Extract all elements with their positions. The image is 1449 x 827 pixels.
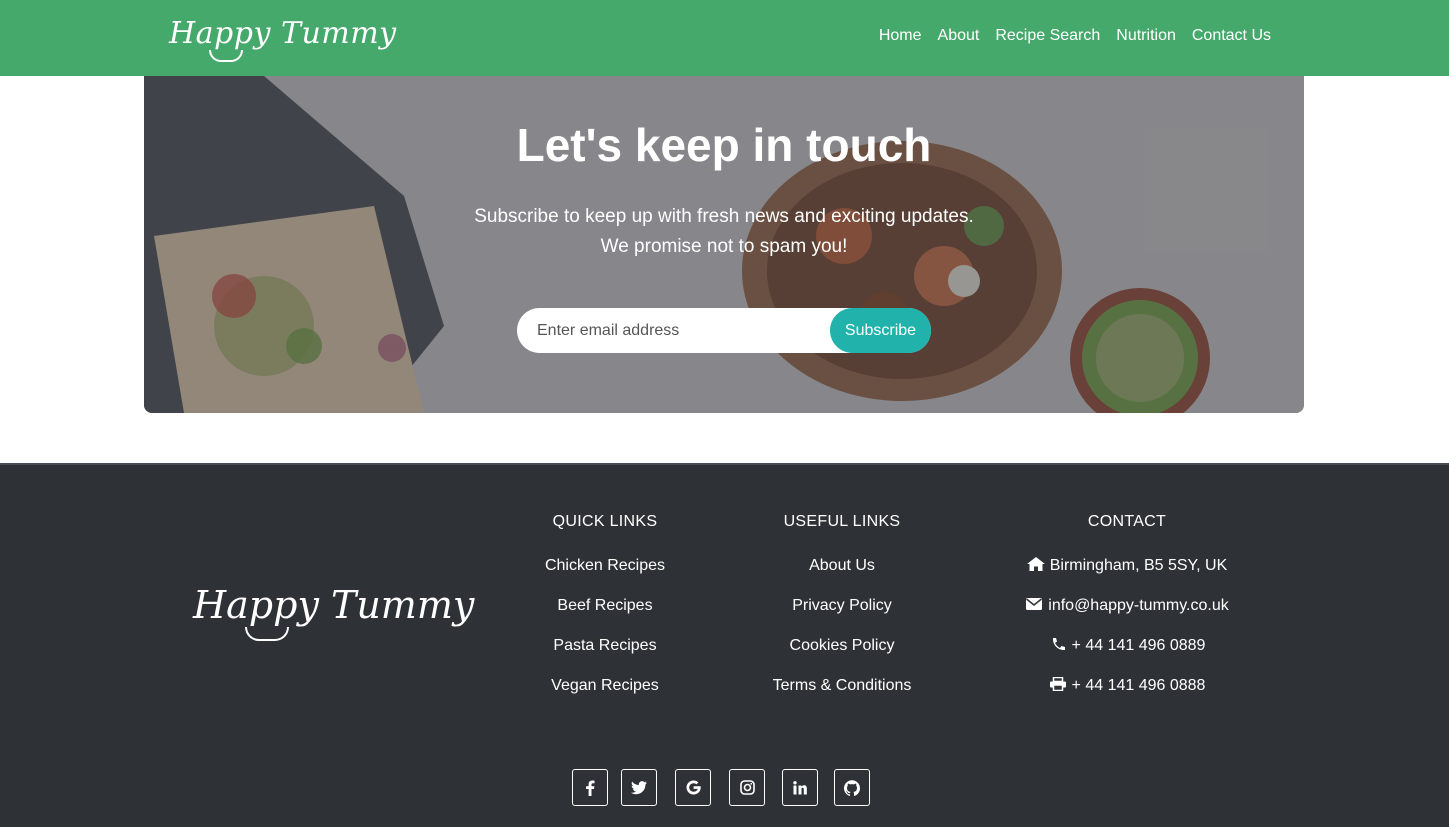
- github-icon[interactable]: [834, 769, 870, 806]
- nav-item-recipe-search[interactable]: Recipe Search: [995, 27, 1100, 45]
- footer-brand-name: Happy Tummy: [193, 583, 475, 627]
- brand-logo[interactable]: Happy Tummy: [169, 16, 397, 62]
- nav-item-nutrition[interactable]: Nutrition: [1116, 27, 1176, 45]
- quick-links-heading: QUICK LINKS: [552, 513, 658, 530]
- contact-address: Birmingham, B5 5SY, UK: [1002, 557, 1252, 597]
- brand-name: Happy Tummy: [169, 16, 397, 51]
- useful-link-cookies-policy[interactable]: Cookies Policy: [790, 637, 895, 654]
- hero-subtitle-line-2: We promise not to spam you!: [600, 236, 848, 257]
- logo-smile-icon: [209, 50, 243, 62]
- contact-heading: CONTACT: [1087, 513, 1167, 530]
- quick-link-pasta-recipes[interactable]: Pasta Recipes: [553, 637, 656, 654]
- subscribe-form: Subscribe: [517, 308, 931, 353]
- useful-link-terms-conditions[interactable]: Terms & Conditions: [773, 677, 912, 694]
- envelope-icon: [1026, 598, 1043, 610]
- linkedin-icon[interactable]: [782, 769, 818, 806]
- email-input[interactable]: [517, 308, 837, 353]
- quick-link-vegan-recipes[interactable]: Vegan Recipes: [551, 677, 659, 694]
- subscribe-button[interactable]: Subscribe: [830, 308, 931, 353]
- home-icon: [1026, 557, 1045, 571]
- instagram-icon[interactable]: [729, 769, 765, 806]
- facebook-icon[interactable]: [572, 769, 608, 806]
- useful-link-privacy-policy[interactable]: Privacy Policy: [792, 597, 892, 614]
- contact-email: info@happy-tummy.co.uk: [1002, 597, 1252, 637]
- nav-item-about[interactable]: About: [938, 27, 980, 45]
- hero-subtitle: Subscribe to keep up with fresh news and…: [144, 202, 1304, 262]
- contact-phone-text: + 44 141 496 0889: [1071, 637, 1206, 654]
- footer: Happy Tummy QUICK LINKS Chicken Recipes …: [0, 463, 1449, 827]
- nav-menu: Home About Recipe Search Nutrition Conta…: [879, 27, 1271, 45]
- nav-item-home[interactable]: Home: [879, 27, 922, 45]
- contact-fax-text: + 44 141 496 0888: [1071, 677, 1206, 694]
- newsletter-hero: Let's keep in touch Subscribe to keep up…: [144, 76, 1304, 413]
- navbar: Happy Tummy Home About Recipe Search Nut…: [0, 0, 1449, 76]
- google-icon[interactable]: [675, 769, 711, 806]
- contact-phone: + 44 141 496 0889: [1002, 637, 1252, 677]
- footer-brand-logo[interactable]: Happy Tummy: [193, 583, 475, 641]
- hero-subtitle-line-1: Subscribe to keep up with fresh news and…: [474, 206, 974, 227]
- contact-fax: + 44 141 496 0888: [1002, 677, 1252, 717]
- footer-logo-smile-icon: [245, 627, 289, 641]
- hero-title: Let's keep in touch: [516, 119, 932, 171]
- useful-links-column: USEFUL LINKS About Us Privacy Policy Coo…: [742, 513, 942, 717]
- twitter-icon[interactable]: [621, 769, 657, 806]
- printer-icon: [1049, 677, 1066, 691]
- quick-links-column: QUICK LINKS Chicken Recipes Beef Recipes…: [505, 513, 705, 717]
- nav-item-contact-us[interactable]: Contact Us: [1192, 27, 1271, 45]
- contact-address-text: Birmingham, B5 5SY, UK: [1049, 557, 1228, 574]
- contact-email-link[interactable]: info@happy-tummy.co.uk: [1048, 597, 1228, 614]
- useful-link-about-us[interactable]: About Us: [809, 557, 875, 574]
- phone-icon: [1052, 638, 1065, 651]
- useful-links-heading: USEFUL LINKS: [783, 513, 901, 530]
- quick-link-beef-recipes[interactable]: Beef Recipes: [557, 597, 652, 614]
- contact-column: CONTACT Birmingham, B5 5SY, UK info@happ…: [1002, 513, 1252, 717]
- quick-link-chicken-recipes[interactable]: Chicken Recipes: [545, 557, 665, 574]
